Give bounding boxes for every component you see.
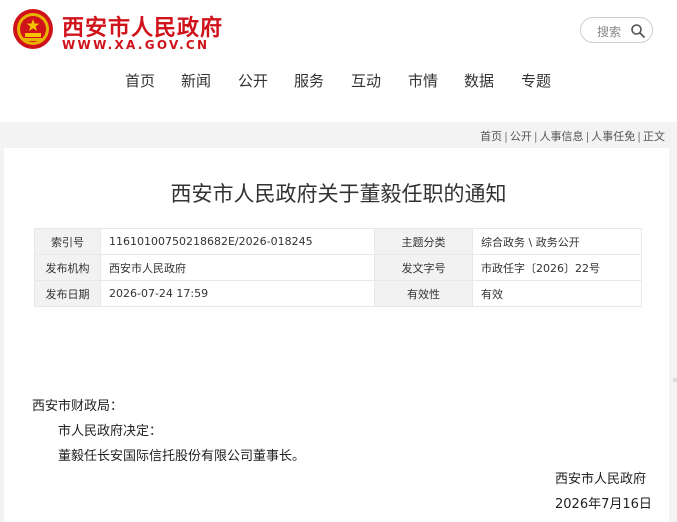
search-icon[interactable] [630,23,646,39]
nav-item-city-info[interactable]: 市情 [408,70,438,91]
category-value: 综合政务 \ 政务公开 [472,228,642,255]
validity-value: 有效 [472,280,642,307]
validity-label: 有效性 [374,280,474,307]
document-metadata-table: 索引号 11610100750218682E/2026-018245 主题分类 … [34,228,642,307]
breadcrumb-personnel-info[interactable]: 人事信息 [540,130,584,143]
site-url: WWW.XA.GOV.CN [62,38,210,52]
breadcrumb-separator: | [504,130,508,143]
search-input[interactable]: 搜索 [597,23,621,40]
publish-date-label: 发布日期 [34,280,101,307]
breadcrumb-separator: | [637,130,641,143]
nav-item-service[interactable]: 服务 [294,70,324,91]
nav-item-interaction[interactable]: 互动 [351,70,381,91]
body-paragraph: 董毅任长安国际信托股份有限公司董事长。 [58,449,306,464]
nav-item-public[interactable]: 公开 [238,70,268,91]
doc-number-value: 市政任字〔2026〕22号 [472,254,642,281]
signature-issuer: 西安市人民政府 [555,472,647,487]
signature-date: 2026年7月16日 [555,497,652,512]
issuer-label: 发布机构 [34,254,101,281]
index-label: 索引号 [34,228,101,255]
table-row: 发布日期 2026-07-24 17:59 有效性 有效 [34,280,642,307]
breadcrumb-appointments[interactable]: 人事任免 [591,130,635,143]
scrollbar-marker[interactable] [673,378,677,382]
breadcrumb-separator: | [533,130,538,143]
main-nav: 首页 新闻 公开 服务 互动 市情 数据 专题 [0,66,677,96]
national-emblem-icon[interactable] [12,8,54,50]
breadcrumb-public[interactable]: 公开 [510,130,532,143]
doc-number-label: 发文字号 [374,254,474,281]
nav-item-data[interactable]: 数据 [464,70,494,91]
body-paragraph: 市人民政府决定： [58,424,163,439]
page-title: 西安市人民政府关于董毅任职的通知 [170,182,507,206]
nav-item-news[interactable]: 新闻 [181,70,211,91]
index-value: 11610100750218682E/2026-018245 [99,228,376,255]
publish-date-value: 2026-07-24 17:59 [99,280,376,307]
breadcrumb-current: 正文 [643,130,665,143]
issuer-value: 西安市人民政府 [99,254,376,281]
category-label: 主题分类 [374,228,474,255]
table-row: 索引号 11610100750218682E/2026-018245 主题分类 … [34,228,642,255]
site-header: 西安市人民政府 WWW.XA.GOV.CN 搜索 [0,0,677,62]
nav-item-topics[interactable]: 专题 [521,70,551,91]
search-box[interactable]: 搜索 [580,17,653,43]
table-row: 发布机构 西安市人民政府 发文字号 市政任字〔2026〕22号 [34,254,642,281]
breadcrumb-home[interactable]: 首页 [480,130,502,143]
recipient-line: 西安市财政局： [32,399,124,414]
breadcrumb: 首页 | 公开 | 人事信息 | 人事任免 | 正文 [480,128,665,144]
nav-item-home[interactable]: 首页 [125,70,155,91]
